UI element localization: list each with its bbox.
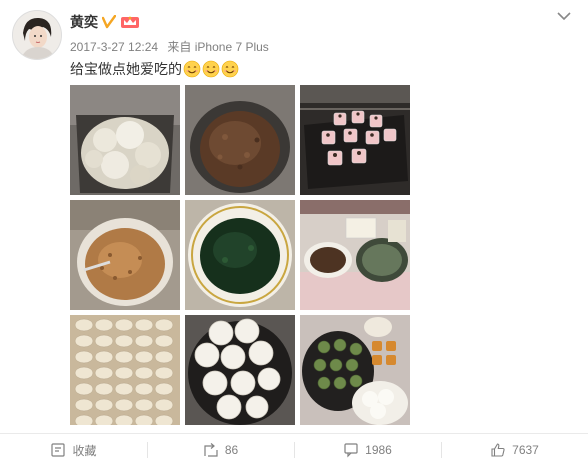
post-text: 给宝做点她爱吃的 [70, 61, 182, 77]
food-photo[interactable] [185, 85, 295, 195]
weibo-post-card: 黄奕 2017-3-27 12:24 来自 iPhone 7 Plus 给宝做点… [0, 0, 588, 465]
smile-emoji-icon [183, 60, 201, 78]
member-crown-icon[interactable] [120, 15, 140, 29]
favorite-button[interactable]: 收藏 [0, 434, 147, 466]
like-count: 7637 [512, 443, 539, 457]
bookmark-icon [51, 443, 66, 457]
food-photo[interactable] [185, 315, 295, 425]
author-name[interactable]: 黄奕 [70, 12, 98, 32]
post-source: 来自 iPhone 7 Plus [167, 40, 269, 54]
smile-emoji-icon [202, 60, 220, 78]
thumbs-up-icon [491, 443, 505, 457]
chevron-down-icon[interactable] [556, 10, 572, 22]
food-photo[interactable] [70, 200, 180, 310]
comment-icon [344, 443, 358, 458]
comment-button[interactable]: 1986 [294, 434, 441, 466]
repost-icon [204, 443, 218, 457]
author-row: 黄奕 [70, 12, 140, 32]
smile-emoji-icon [221, 60, 239, 78]
post-text-row: 给宝做点她爱吃的 [70, 59, 239, 79]
favorite-label: 收藏 [72, 443, 97, 458]
food-photo[interactable] [300, 85, 410, 195]
comment-count: 1986 [365, 443, 392, 457]
repost-count: 86 [224, 443, 239, 457]
post-time[interactable]: 2017-3-27 12:24 [70, 40, 158, 54]
food-photo[interactable] [300, 200, 410, 310]
food-photo[interactable] [70, 315, 180, 425]
post-meta: 2017-3-27 12:24 来自 iPhone 7 Plus [70, 38, 269, 55]
avatar[interactable] [12, 10, 62, 60]
food-photo[interactable] [185, 200, 295, 310]
like-button[interactable]: 7637 [441, 434, 588, 466]
food-photo[interactable] [300, 315, 410, 425]
food-photo[interactable] [70, 85, 180, 195]
repost-button[interactable]: 86 [147, 434, 294, 466]
action-bar: 收藏 86 1986 7637 [0, 433, 588, 466]
image-grid [70, 85, 410, 425]
verified-icon [102, 15, 116, 29]
